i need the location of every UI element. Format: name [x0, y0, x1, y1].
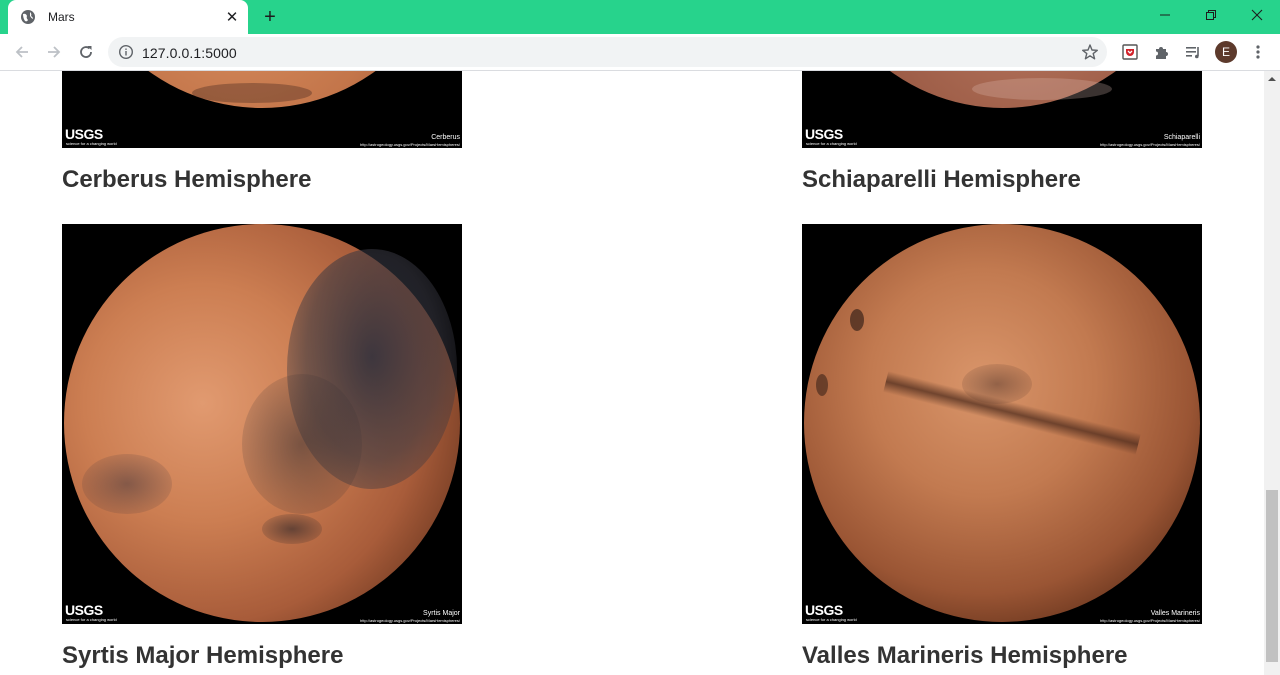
page-viewport: USGS science for a changing world Cerber…: [0, 71, 1264, 675]
forward-arrow-icon[interactable]: [40, 38, 68, 66]
pocket-extension-icon[interactable]: [1118, 40, 1142, 64]
hemisphere-title: Valles Marineris Hemisphere: [802, 642, 1128, 669]
hemisphere-image: USGS science for a changing world Syrtis…: [62, 224, 462, 624]
image-source-url: http://astrogeology.usgs.gov/Projects/Ma…: [1100, 618, 1200, 623]
restore-icon[interactable]: [1188, 0, 1234, 30]
image-caption: Schiaparelli: [1163, 134, 1200, 141]
image-source-url: http://astrogeology.usgs.gov/Projects/Ma…: [1100, 142, 1200, 147]
browser-tab[interactable]: Mars ✕: [8, 0, 248, 34]
scroll-up-arrow-icon[interactable]: [1264, 71, 1280, 87]
usgs-logo: USGS science for a changing world: [65, 126, 117, 146]
image-caption: Syrtis Major: [423, 610, 460, 617]
hemisphere-image: USGS science for a changing world Schiap…: [802, 71, 1202, 148]
reading-list-icon[interactable]: [1181, 40, 1205, 64]
close-tab-icon[interactable]: ✕: [224, 9, 240, 26]
close-window-icon[interactable]: [1234, 0, 1280, 30]
image-source-url: http://astrogeology.usgs.gov/Projects/Ma…: [360, 618, 460, 623]
new-tab-button[interactable]: +: [258, 5, 282, 29]
bookmark-star-icon[interactable]: [1081, 43, 1099, 61]
tab-title: Mars: [48, 10, 75, 24]
minimize-icon[interactable]: [1142, 0, 1188, 30]
image-caption: Valles Marineris: [1150, 610, 1200, 617]
usgs-logo: USGS science for a changing world: [805, 126, 857, 146]
back-arrow-icon[interactable]: [8, 38, 36, 66]
hemisphere-title: Cerberus Hemisphere: [62, 166, 312, 193]
profile-avatar[interactable]: E: [1215, 41, 1237, 63]
info-icon[interactable]: [118, 44, 134, 60]
image-source-url: http://astrogeology.usgs.gov/Projects/Ma…: [360, 142, 460, 147]
browser-toolbar: 127.0.0.1:5000 E: [0, 34, 1280, 71]
usgs-logo: USGS science for a changing world: [65, 602, 117, 622]
kebab-menu-icon[interactable]: [1246, 40, 1270, 64]
usgs-logo: USGS science for a changing world: [805, 602, 857, 622]
hemisphere-image: USGS science for a changing world Valles…: [802, 224, 1202, 624]
url-text[interactable]: 127.0.0.1:5000: [142, 45, 237, 61]
hemisphere-title: Syrtis Major Hemisphere: [62, 642, 344, 669]
extensions-puzzle-icon[interactable]: [1150, 40, 1174, 64]
address-bar[interactable]: 127.0.0.1:5000: [108, 37, 1107, 67]
image-caption: Cerberus: [431, 134, 460, 141]
reload-icon[interactable]: [72, 38, 100, 66]
tab-strip: Mars ✕ +: [0, 0, 1280, 34]
globe-icon: [20, 9, 36, 25]
vertical-scrollbar[interactable]: [1264, 71, 1280, 675]
scrollbar-thumb[interactable]: [1266, 490, 1278, 662]
hemisphere-image: USGS science for a changing world Cerber…: [62, 71, 462, 148]
hemisphere-title: Schiaparelli Hemisphere: [802, 166, 1081, 193]
